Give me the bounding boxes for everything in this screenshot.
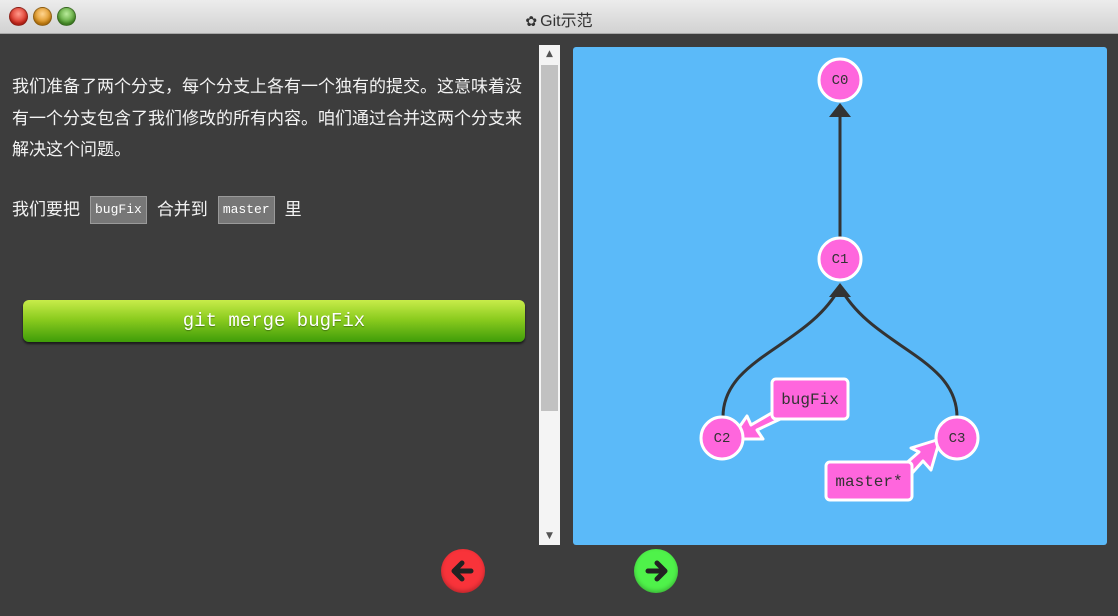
commit-c2-label: C2: [714, 431, 731, 447]
back-button[interactable]: [441, 549, 485, 593]
arrowhead-c0: [829, 103, 851, 117]
merge-line-prefix: 我们要把: [12, 199, 80, 220]
arrowhead-c1: [829, 283, 851, 297]
forward-button[interactable]: [634, 549, 678, 593]
git-command-button[interactable]: git merge bugFix: [23, 300, 525, 342]
commit-c1-label: C1: [832, 252, 849, 268]
scroll-down-arrow-icon[interactable]: ▼: [539, 527, 560, 545]
scroll-thumb[interactable]: [541, 65, 558, 411]
instructions-panel: 我们准备了两个分支，每个分支上各有一个独有的提交。这意味着没有一个分支包含了我们…: [12, 72, 534, 226]
branch-code-master: master: [217, 196, 275, 224]
commit-c3-label: C3: [949, 431, 966, 447]
gear-icon: ✿: [525, 13, 538, 29]
instructions-merge-line: 我们要把 bugFix 合并到 master 里: [12, 195, 534, 227]
window-titlebar: ✿ Git示范: [0, 0, 1118, 34]
git-graph-svg: bugFix master* C0 C1 C2 C3: [699, 57, 980, 502]
branch-label-bugfix: bugFix: [781, 391, 839, 409]
merge-line-suffix: 里: [284, 199, 302, 220]
scroll-up-arrow-icon[interactable]: ▲: [539, 45, 560, 63]
arrow-right-icon: [645, 560, 668, 582]
commit-c0-label: C0: [832, 73, 849, 89]
window-title: ✿ Git示范: [0, 7, 1118, 31]
branch-code-bugfix: bugFix: [90, 196, 147, 224]
instructions-paragraph: 我们准备了两个分支，每个分支上各有一个独有的提交。这意味着没有一个分支包含了我们…: [12, 77, 522, 160]
window-title-text: Git示范: [540, 13, 593, 30]
merge-line-mid: 合并到: [156, 199, 208, 220]
arrow-left-icon: [451, 560, 474, 582]
branch-label-master: master*: [835, 473, 902, 491]
instructions-scrollbar[interactable]: ▲ ▼: [539, 45, 560, 545]
edge-c3-c1: [838, 286, 959, 418]
git-graph-canvas: bugFix master* C0 C1 C2 C3: [573, 47, 1107, 545]
